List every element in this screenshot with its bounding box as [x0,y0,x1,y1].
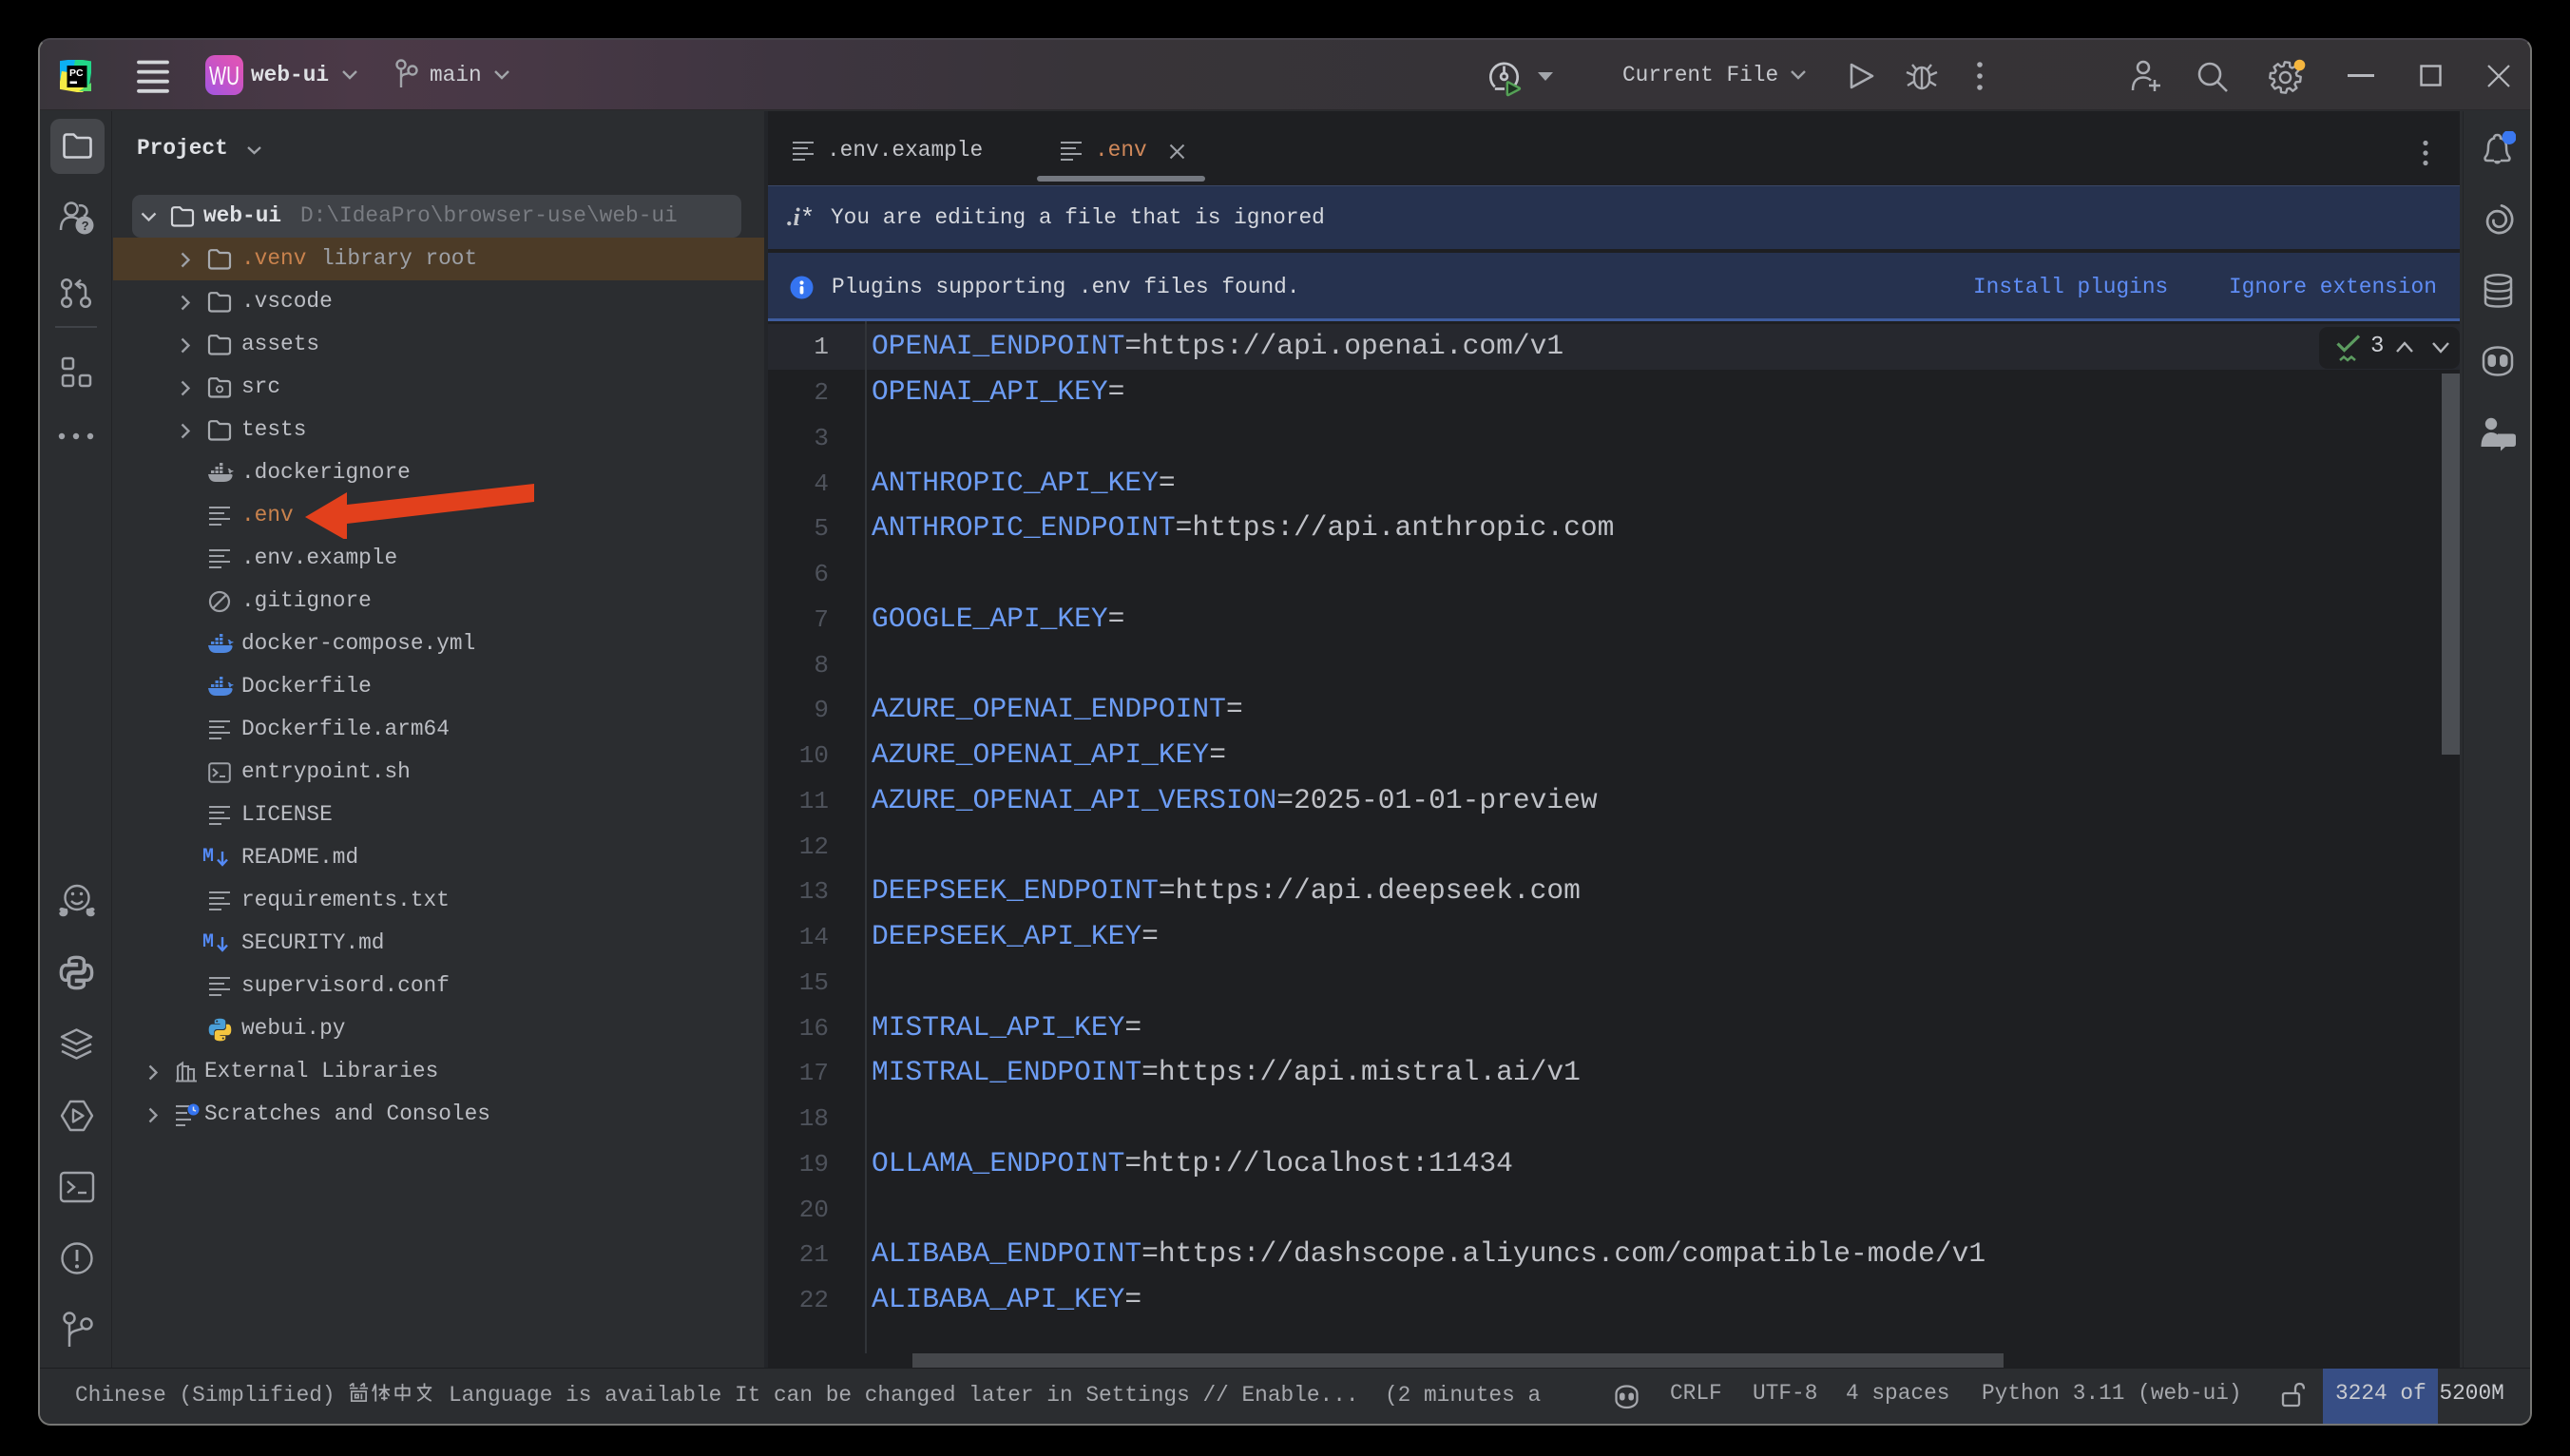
svg-text:WU: WU [209,61,240,90]
svg-text:PC: PC [69,67,84,79]
svg-text:?: ? [82,219,89,233]
